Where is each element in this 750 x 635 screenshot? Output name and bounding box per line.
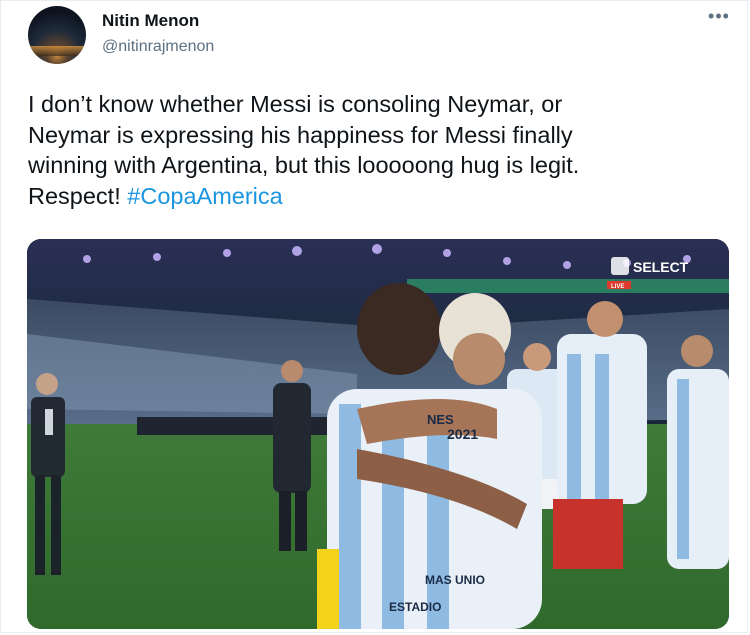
live-badge: LIVE — [611, 284, 624, 290]
broadcast-logo: SELECT — [633, 259, 689, 275]
jersey-text-bottom-1: MAS UNIO — [425, 573, 485, 587]
jersey-text-bottom-2: ESTADIO — [389, 600, 441, 614]
hashtag-link[interactable]: #CopaAmerica — [127, 183, 282, 209]
jersey-text-top: NES — [427, 412, 454, 427]
stadium-photo: SELECT LIVE 2021 NES MAS UNIO ESTADIO — [27, 239, 729, 629]
tweet-photo[interactable]: SELECT LIVE 2021 NES MAS UNIO ESTADIO — [27, 239, 729, 629]
avatar[interactable] — [28, 6, 86, 64]
author-name[interactable]: Nitin Menon — [102, 11, 199, 31]
tweet-text: I don’t know whether Messi is consoling … — [28, 89, 728, 211]
tweet-card: Nitin Menon @nitinrajmenon ••• I don’t k… — [0, 0, 748, 633]
more-horizontal-icon[interactable]: ••• — [707, 6, 731, 26]
author-handle[interactable]: @nitinrajmenon — [102, 37, 214, 57]
tweet-body: I don’t know whether Messi is consoling … — [28, 91, 580, 209]
jersey-number: 2021 — [447, 426, 478, 442]
